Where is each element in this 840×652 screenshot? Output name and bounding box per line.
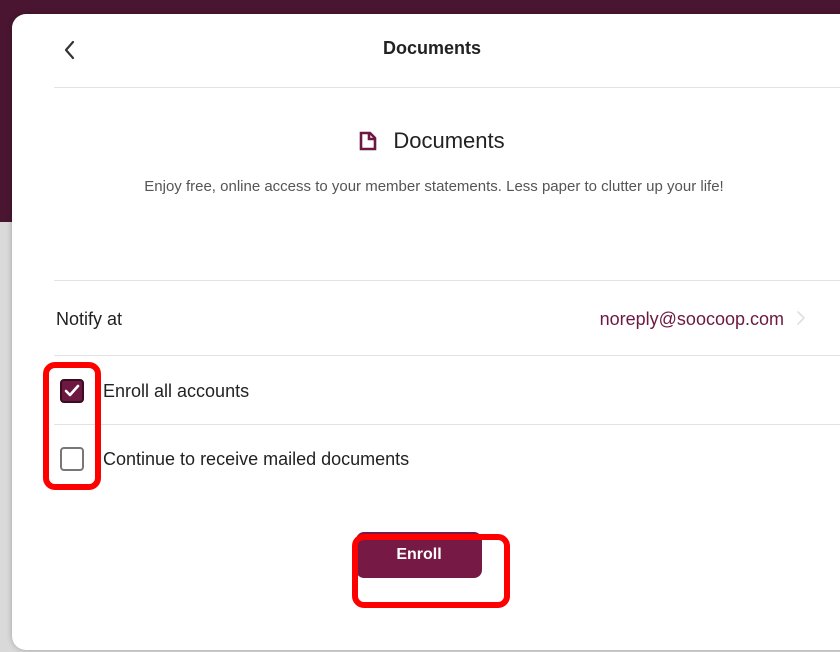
document-icon	[360, 131, 377, 151]
section-heading: Documents	[12, 128, 840, 154]
notify-email[interactable]: noreply@soocoop.com	[600, 309, 784, 330]
notify-divider	[54, 355, 840, 356]
header-divider	[54, 87, 840, 88]
section-divider	[54, 280, 840, 281]
mailed-documents-row[interactable]: Continue to receive mailed documents	[60, 445, 800, 473]
section-description: Enjoy free, online access to your member…	[144, 178, 724, 195]
checkbox-highlight-box	[43, 362, 101, 490]
notify-row[interactable]: Notify at noreply@soocoop.com	[54, 304, 840, 334]
enroll-highlight-box	[352, 534, 510, 608]
chevron-right-icon	[797, 311, 805, 325]
notify-label: Notify at	[56, 309, 123, 329]
options-divider	[54, 424, 840, 425]
mailed-documents-label: Continue to receive mailed documents	[103, 448, 410, 469]
section-title: Documents	[393, 128, 505, 153]
enroll-all-row[interactable]: Enroll all accounts	[60, 377, 800, 405]
page-title: Documents	[382, 38, 481, 58]
enroll-all-label: Enroll all accounts	[103, 380, 250, 401]
